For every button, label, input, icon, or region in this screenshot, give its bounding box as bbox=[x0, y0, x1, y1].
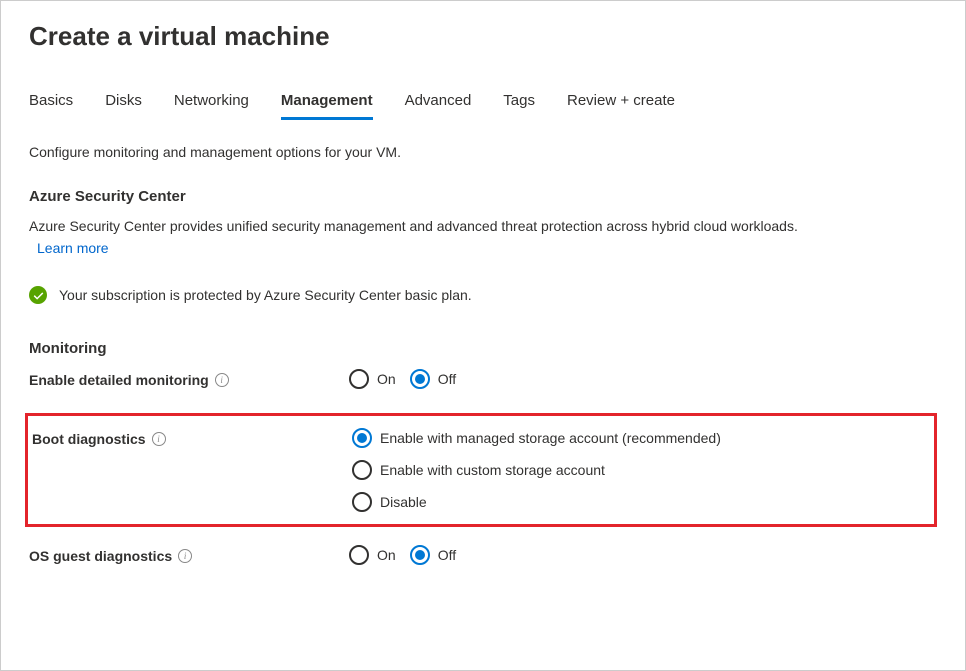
security-center-status-text: Your subscription is protected by Azure … bbox=[59, 287, 472, 303]
radio-label: Enable with managed storage account (rec… bbox=[380, 430, 721, 446]
radio-group-boot-diagnostics: Enable with managed storage account (rec… bbox=[352, 428, 721, 512]
highlight-box-boot-diagnostics: Boot diagnostics i Enable with managed s… bbox=[25, 413, 937, 527]
radio-label: Off bbox=[438, 547, 456, 563]
tab-review-create[interactable]: Review + create bbox=[567, 92, 675, 120]
check-icon bbox=[29, 286, 47, 304]
radio-icon bbox=[349, 545, 369, 565]
tab-networking[interactable]: Networking bbox=[174, 92, 249, 120]
radio-icon bbox=[349, 369, 369, 389]
info-icon[interactable]: i bbox=[152, 432, 166, 446]
row-boot-diagnostics: Boot diagnostics i Enable with managed s… bbox=[28, 428, 926, 512]
radio-label: On bbox=[377, 547, 396, 563]
radio-os-guest-off[interactable]: Off bbox=[410, 545, 456, 565]
radio-label: Off bbox=[438, 371, 456, 387]
radio-icon bbox=[410, 369, 430, 389]
radio-icon bbox=[352, 492, 372, 512]
radio-boot-disable[interactable]: Disable bbox=[352, 492, 721, 512]
tab-advanced[interactable]: Advanced bbox=[405, 92, 472, 120]
radio-boot-managed[interactable]: Enable with managed storage account (rec… bbox=[352, 428, 721, 448]
radio-label: Enable with custom storage account bbox=[380, 462, 605, 478]
page-title: Create a virtual machine bbox=[29, 21, 937, 52]
info-icon[interactable]: i bbox=[215, 373, 229, 387]
security-center-status-row: Your subscription is protected by Azure … bbox=[29, 286, 937, 304]
security-center-text: Azure Security Center provides unified s… bbox=[29, 217, 937, 258]
radio-os-guest-on[interactable]: On bbox=[349, 545, 396, 565]
row-detailed-monitoring: Enable detailed monitoring i On Off bbox=[29, 369, 937, 389]
security-center-description: Azure Security Center provides unified s… bbox=[29, 218, 798, 234]
tab-disks[interactable]: Disks bbox=[105, 92, 142, 120]
label-boot-diagnostics: Boot diagnostics bbox=[32, 431, 146, 447]
radio-detailed-off[interactable]: Off bbox=[410, 369, 456, 389]
info-icon[interactable]: i bbox=[178, 549, 192, 563]
tab-management[interactable]: Management bbox=[281, 92, 373, 120]
section-header-security-center: Azure Security Center bbox=[29, 188, 937, 205]
label-os-guest-diagnostics: OS guest diagnostics bbox=[29, 548, 172, 564]
label-detailed-monitoring: Enable detailed monitoring bbox=[29, 372, 209, 388]
radio-boot-custom[interactable]: Enable with custom storage account bbox=[352, 460, 721, 480]
tab-bar: Basics Disks Networking Management Advan… bbox=[29, 92, 937, 120]
radio-label: Disable bbox=[380, 494, 427, 510]
radio-icon bbox=[410, 545, 430, 565]
tab-basics[interactable]: Basics bbox=[29, 92, 73, 120]
radio-group-detailed-monitoring: On Off bbox=[349, 369, 456, 389]
radio-group-os-guest: On Off bbox=[349, 545, 456, 565]
tab-tags[interactable]: Tags bbox=[503, 92, 535, 120]
radio-icon bbox=[352, 460, 372, 480]
learn-more-link[interactable]: Learn more bbox=[37, 239, 109, 259]
tab-description: Configure monitoring and management opti… bbox=[29, 144, 937, 160]
section-header-monitoring: Monitoring bbox=[29, 340, 937, 357]
radio-label: On bbox=[377, 371, 396, 387]
row-os-guest-diagnostics: OS guest diagnostics i On Off bbox=[29, 545, 937, 565]
radio-detailed-on[interactable]: On bbox=[349, 369, 396, 389]
radio-icon bbox=[352, 428, 372, 448]
